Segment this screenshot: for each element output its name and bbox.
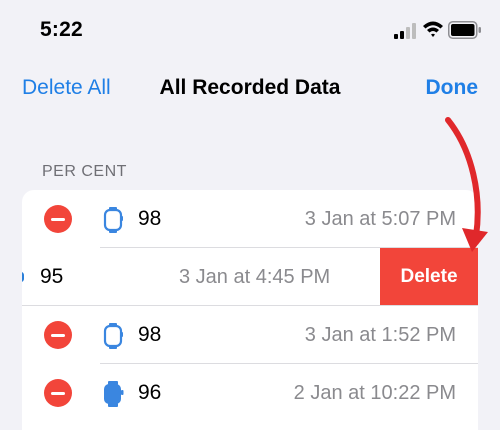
entry-date: 2 Jan at 10:22 PM [293, 382, 456, 404]
wifi-icon [423, 21, 443, 37]
remove-entry-button[interactable] [44, 379, 72, 407]
remove-entry-button[interactable] [44, 321, 72, 349]
watch-outline-icon [103, 323, 123, 349]
delete-button[interactable]: Delete [380, 248, 478, 306]
entry-value: 98 [138, 323, 162, 346]
list-item[interactable]: 96 2 Jan at 10:22 PM [22, 364, 478, 422]
entry-value: 95 [40, 265, 64, 288]
status-time: 5:22 [40, 18, 83, 41]
entry-value: 98 [138, 207, 162, 230]
navigation-bar: All Recorded Data Delete All Done [0, 68, 500, 112]
delete-all-button[interactable]: Delete All [22, 76, 111, 100]
entry-date: 3 Jan at 4:45 PM [179, 266, 331, 288]
watch-edge-icon [22, 272, 24, 282]
list-item[interactable]: 98 3 Jan at 1:52 PM [22, 306, 478, 364]
entry-date: 3 Jan at 5:07 PM [304, 208, 456, 230]
done-button[interactable]: Done [426, 76, 479, 100]
status-bar: 5:22 [0, 0, 500, 60]
list-item-swiped[interactable]: 95 3 Jan at 4:45 PM Delete [22, 248, 478, 306]
watch-filled-icon [104, 381, 124, 407]
list-item[interactable]: 98 3 Jan at 5:07 PM [22, 190, 478, 248]
section-header: PER CENT [42, 163, 127, 180]
watch-outline-icon [103, 207, 123, 233]
entry-value: 96 [138, 381, 162, 404]
cellular-signal-icon [394, 23, 416, 39]
entry-date: 3 Jan at 1:52 PM [304, 324, 456, 346]
recorded-data-list: 98 3 Jan at 5:07 PM 95 3 Jan at 4:45 PM … [22, 190, 478, 430]
remove-entry-button[interactable] [44, 205, 72, 233]
battery-icon [448, 21, 481, 39]
